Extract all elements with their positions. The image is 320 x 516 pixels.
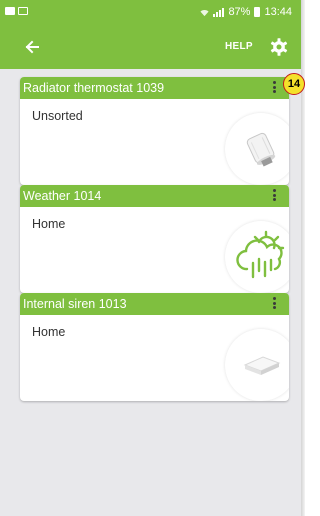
settings-gear-icon[interactable] [269, 37, 289, 57]
device-card-body: Unsorted [20, 99, 289, 185]
device-card-body: Home [20, 207, 289, 293]
radiator-thermostat-icon [246, 132, 276, 167]
device-title: Internal siren 1013 [23, 297, 127, 311]
status-indicators: 87% 13:44 [200, 6, 292, 18]
device-location: Home [32, 325, 66, 339]
device-location: Unsorted [32, 109, 83, 123]
status-bar: 87% 13:44 [0, 0, 301, 25]
notification-icons [5, 7, 28, 15]
device-card[interactable]: Internal siren 1013 Home [20, 293, 289, 401]
clock: 13:44 [264, 6, 292, 18]
help-button[interactable]: HELP [225, 41, 253, 52]
signal-icon [213, 7, 225, 17]
more-options-icon[interactable] [271, 189, 277, 203]
device-image [225, 113, 289, 185]
device-location: Home [32, 217, 66, 231]
device-image [225, 329, 289, 401]
device-card[interactable]: Weather 1014 Home [20, 185, 289, 293]
device-card-header: Radiator thermostat 1039 [20, 77, 289, 99]
device-card[interactable]: Radiator thermostat 1039 Unsorted [20, 77, 289, 185]
step-number-badge: 14 [283, 73, 305, 95]
app-bar: HELP [0, 25, 301, 69]
weather-icon [236, 230, 285, 279]
device-card-body: Home [20, 315, 289, 401]
message-notification-icon [5, 7, 15, 15]
battery-percent: 87% [228, 6, 251, 18]
device-title: Weather 1014 [23, 189, 102, 203]
siren-icon [243, 356, 281, 375]
back-arrow-icon[interactable] [22, 37, 42, 57]
more-options-icon[interactable] [271, 297, 277, 311]
battery-icon [254, 7, 261, 17]
device-card-header: Internal siren 1013 [20, 293, 289, 315]
device-image [225, 221, 289, 293]
device-title: Radiator thermostat 1039 [23, 81, 165, 95]
app-screen: 87% 13:44 HELP Radiator thermostat 1039 [0, 0, 301, 516]
more-options-icon[interactable] [271, 81, 277, 95]
wifi-icon [200, 9, 209, 16]
device-card-header: Weather 1014 [20, 185, 289, 207]
gallery-notification-icon [18, 7, 28, 15]
